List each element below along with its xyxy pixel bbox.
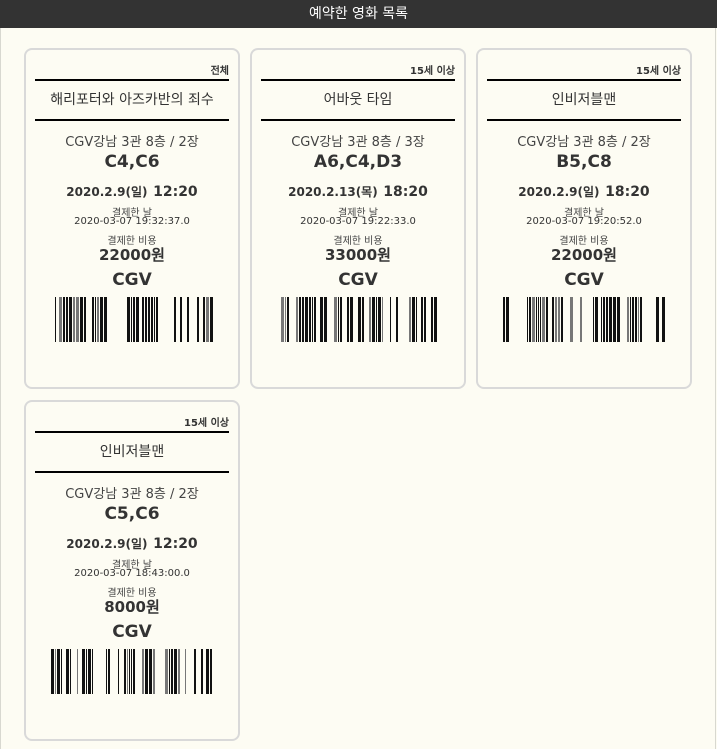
ticket-card[interactable]: 15세 이상 어바웃 타임 CGV강남 3관 8층 / 3장 A6,C4,D3 …: [250, 48, 466, 389]
ticket-card[interactable]: 전체 해리포터와 아즈카반의 죄수 CGV강남 3관 8층 / 2장 C4,C6…: [24, 48, 240, 389]
payment-amount-label: 결제한 비용: [107, 236, 157, 247]
movie-title: 인비저블맨: [99, 444, 165, 460]
page-header: 예약한 영화 목록: [0, 0, 717, 28]
venue-info: CGV강남 3관 8층 / 2장: [65, 487, 199, 502]
payment-amount-label: 결제한 비용: [559, 236, 609, 247]
payment-date-label: 결제한 날: [338, 208, 378, 219]
payment-date: 2020-03-07 19:32:37.0: [74, 216, 190, 227]
movie-title: 어바웃 타임: [323, 92, 393, 108]
brand-name: CGV: [112, 622, 152, 642]
payment-date: 2020-03-07 18:43:00.0: [74, 568, 190, 579]
seat-numbers: C4,C6: [104, 152, 160, 172]
show-date: 2020.2.9(일): [66, 537, 148, 551]
payment-date-label: 결제한 날: [564, 208, 604, 219]
seat-numbers: B5,C8: [556, 152, 612, 172]
showtime: 2020.2.9(일) 12:20: [35, 533, 229, 553]
seat-numbers: A6,C4,D3: [313, 152, 403, 172]
show-date: 2020.2.13(목): [288, 185, 378, 199]
venue-info: CGV강남 3관 8층 / 2장: [517, 135, 651, 150]
show-date: 2020.2.9(일): [518, 185, 600, 199]
venue-info: CGV강남 3관 8층 / 3장: [291, 135, 425, 150]
ticket-card[interactable]: 15세 이상 인비저블맨 CGV강남 3관 8층 / 2장 B5,C8 2020…: [476, 48, 692, 389]
show-time: 18:20: [605, 184, 650, 200]
ticket-card[interactable]: 15세 이상 인비저블맨 CGV강남 3관 8층 / 2장 C5,C6 2020…: [24, 400, 240, 741]
showtime: 2020.2.9(일) 12:20: [35, 181, 229, 201]
show-time: 12:20: [153, 184, 198, 200]
movie-title: 인비저블맨: [551, 92, 617, 108]
ticket-list: 전체 해리포터와 아즈카반의 죄수 CGV강남 3관 8층 / 2장 C4,C6…: [24, 48, 694, 741]
payment-date-label: 결제한 날: [112, 208, 152, 219]
barcode: [51, 649, 212, 694]
movie-title: 해리포터와 아즈카반의 죄수: [50, 92, 214, 108]
barcode: [503, 297, 665, 342]
payment-amount: 22000원: [551, 246, 617, 264]
barcode: [281, 297, 437, 342]
payment-amount: 33000원: [325, 246, 391, 264]
payment-amount: 8000원: [104, 598, 160, 616]
payment-amount-label: 결제한 비용: [107, 588, 157, 599]
payment-date: 2020-03-07 19:22:33.0: [300, 216, 416, 227]
payment-date-label: 결제한 날: [112, 560, 152, 571]
show-time: 12:20: [153, 536, 198, 552]
divider: [261, 119, 455, 121]
payment-date: 2020-03-07 19:20:52.0: [526, 216, 642, 227]
divider: [35, 471, 229, 473]
brand-name: CGV: [338, 270, 378, 290]
brand-name: CGV: [112, 270, 152, 290]
barcode: [55, 297, 213, 342]
venue-info: CGV강남 3관 8층 / 2장: [65, 135, 199, 150]
divider: [35, 119, 229, 121]
showtime: 2020.2.9(일) 18:20: [487, 181, 681, 201]
age-rating: 15세 이상: [636, 66, 681, 77]
show-time: 18:20: [383, 184, 428, 200]
age-rating: 15세 이상: [184, 418, 229, 429]
show-date: 2020.2.9(일): [66, 185, 148, 199]
seat-numbers: C5,C6: [104, 504, 160, 524]
payment-amount-label: 결제한 비용: [333, 236, 383, 247]
brand-name: CGV: [564, 270, 604, 290]
divider: [487, 119, 681, 121]
page-title: 예약한 영화 목록: [308, 6, 409, 22]
age-rating: 전체: [210, 66, 229, 77]
age-rating: 15세 이상: [410, 66, 455, 77]
payment-amount: 22000원: [99, 246, 165, 264]
showtime: 2020.2.13(목) 18:20: [261, 181, 455, 201]
